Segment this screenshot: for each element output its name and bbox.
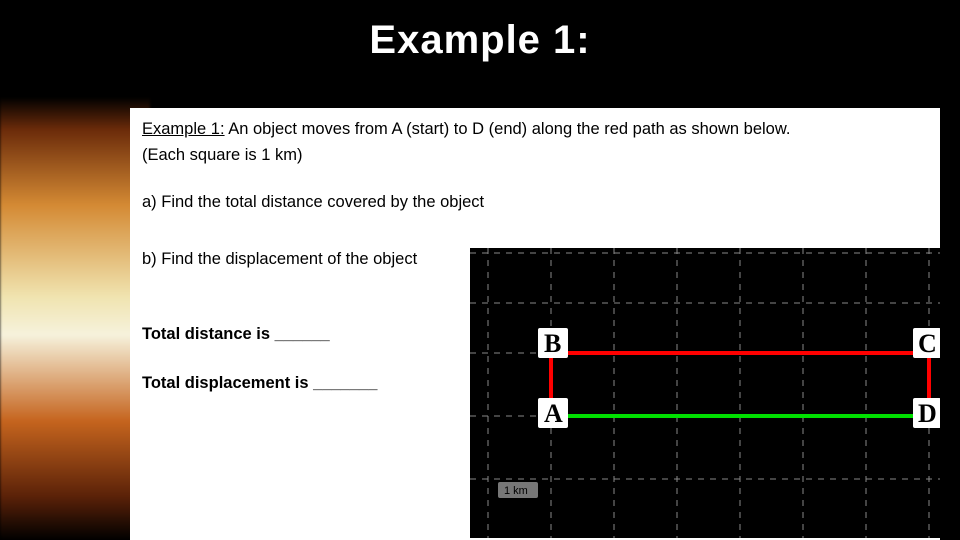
- label-A: A: [544, 399, 563, 428]
- path-diagram: B C A D 1 km: [470, 248, 940, 538]
- scale-note: (Each square is 1 km): [142, 144, 928, 166]
- label-B: B: [544, 329, 561, 358]
- label-C: C: [918, 329, 937, 358]
- slide-title: Example 1:: [0, 18, 960, 63]
- scale-tag: 1 km: [498, 482, 538, 498]
- diagram-svg: B C A D 1 km: [470, 248, 940, 538]
- point-B: B: [538, 328, 568, 358]
- slide: Example 1: Example 1: An object moves fr…: [0, 0, 960, 540]
- question-a: a) Find the total distance covered by th…: [142, 193, 928, 212]
- point-A: A: [538, 398, 568, 428]
- point-C: C: [913, 328, 940, 358]
- point-D: D: [913, 398, 940, 428]
- decorative-sidebar-image: [0, 0, 150, 540]
- scale-label-text: 1 km: [504, 485, 528, 497]
- problem-statement: Example 1: An object moves from A (start…: [142, 118, 928, 140]
- label-D: D: [918, 399, 937, 428]
- content-area: Example 1: An object moves from A (start…: [130, 108, 940, 540]
- grid-lines: [470, 248, 940, 538]
- problem-lead: Example 1:: [142, 120, 225, 138]
- problem-text: An object moves from A (start) to D (end…: [225, 120, 791, 138]
